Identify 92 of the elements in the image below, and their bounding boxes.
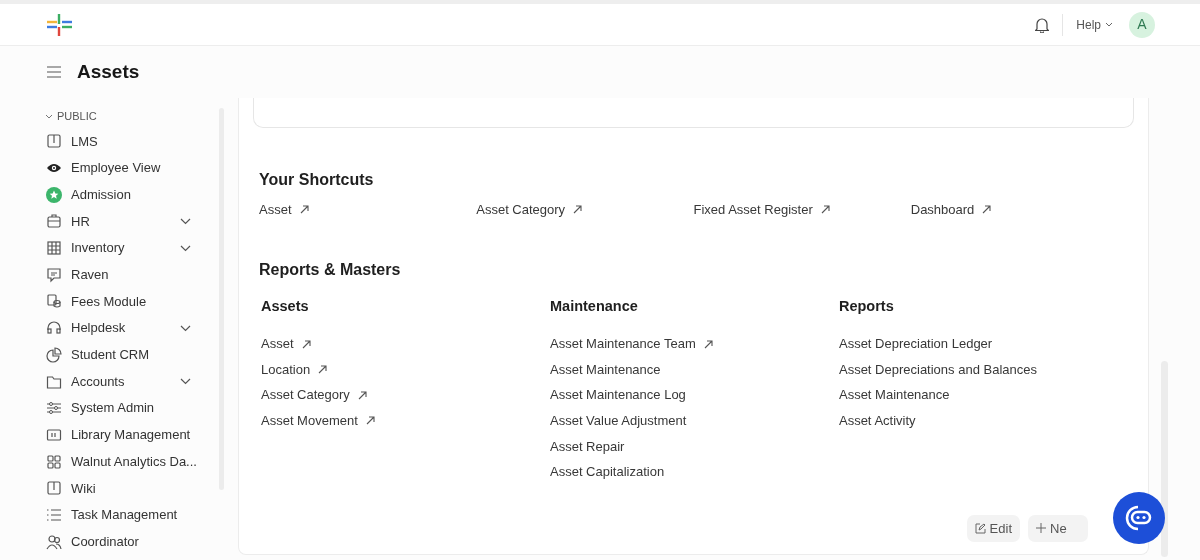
new-button[interactable]: Ne (1028, 514, 1088, 542)
sidebar-item[interactable]: Helpdesk (45, 314, 217, 342)
arrow-up-right-icon (299, 205, 309, 215)
chevron-down-icon[interactable] (180, 244, 191, 252)
sidebar-item[interactable]: HR (45, 208, 217, 235)
item-label: Admission (71, 185, 131, 204)
chevron-down-icon[interactable] (45, 113, 53, 119)
headset-icon (46, 320, 62, 337)
item-label: Task Management (71, 506, 178, 525)
sliders-icon (46, 400, 62, 417)
item-label: Helpdesk (71, 319, 126, 338)
bell-icon[interactable] (1035, 16, 1050, 33)
item-label: LMS (71, 132, 98, 151)
sidebar-item[interactable]: Student CRM (45, 341, 217, 369)
sidebar-item[interactable]: Raven (45, 261, 217, 289)
arrow-up-right-icon (573, 205, 583, 215)
arrow-up-right-icon (820, 205, 830, 215)
library-icon (46, 426, 62, 443)
page-title: Assets (77, 60, 140, 84)
user-avatar[interactable]: A (1129, 11, 1155, 38)
edit-button[interactable]: Edit (966, 514, 1020, 542)
chevron-down-icon[interactable] (180, 378, 191, 386)
sidebar-item[interactable]: Admission (45, 181, 217, 209)
item-label: Library Management (71, 426, 191, 445)
folder-icon (46, 373, 62, 390)
link[interactable]: Dashboard (910, 200, 975, 220)
link[interactable]: Asset Activity (838, 411, 916, 431)
link[interactable]: Asset (259, 200, 292, 220)
link[interactable]: Asset Category (476, 200, 566, 220)
sidebar-item[interactable]: Wiki (45, 474, 217, 502)
list-icon (46, 506, 62, 523)
link[interactable]: Asset Depreciation Ledger (838, 334, 993, 354)
users-icon (46, 533, 62, 550)
sidebar-item[interactable]: Fees Module (45, 288, 217, 315)
sidebar-item[interactable]: Inventory (45, 234, 217, 262)
link[interactable]: Asset Maintenance Log (550, 385, 686, 405)
sidebar-item[interactable]: System Admin (45, 394, 217, 422)
database-icon (46, 293, 62, 310)
message-icon (46, 266, 62, 283)
book-icon (46, 480, 62, 497)
item-label: Fees Module (71, 292, 147, 311)
briefcase-icon (46, 213, 62, 230)
link[interactable]: Asset (261, 334, 294, 354)
link[interactable]: Asset Maintenance (838, 385, 950, 405)
section-label: PUBLIC (57, 108, 97, 124)
chevron-down-icon[interactable] (180, 217, 191, 225)
link[interactable]: Asset Capitalization (550, 462, 665, 482)
chevron-down-icon[interactable] (180, 324, 191, 332)
group-title: Maintenance (550, 296, 639, 316)
item-label: Coordinator (71, 532, 139, 551)
grid-icon (46, 453, 62, 470)
plus-icon (1036, 523, 1046, 534)
item-label: Accounts (71, 372, 125, 391)
item-label: Walnut Analytics Da... (71, 452, 197, 471)
group-title: Assets (261, 296, 310, 316)
link[interactable]: Asset Repair (550, 436, 625, 457)
book-icon (46, 133, 62, 150)
item-label: Inventory (71, 239, 125, 258)
sidebar-item[interactable]: LMS (45, 128, 217, 155)
chevron-down-icon (1105, 22, 1113, 27)
scrollbar-thumb[interactable] (1161, 361, 1168, 557)
sidebar-item[interactable]: Coordinator (45, 528, 217, 555)
sidebar-item[interactable]: Accounts (45, 368, 217, 395)
logo-icon[interactable] (47, 13, 72, 36)
sidebar-item[interactable]: Walnut Analytics Da... (45, 448, 217, 475)
sidebar-item[interactable]: Task Management (45, 501, 217, 529)
link[interactable]: Asset Movement (261, 411, 358, 431)
item-label: Raven (71, 266, 109, 285)
help-menu[interactable]: Help (1076, 15, 1113, 34)
section-title: Your Shortcuts (259, 170, 375, 190)
bot-icon (1124, 504, 1154, 532)
link[interactable]: Asset Maintenance Team (550, 334, 696, 354)
item-label: Employee View (71, 159, 161, 178)
arrow-up-right-icon (982, 205, 992, 215)
link[interactable]: Asset Maintenance (550, 359, 661, 380)
link[interactable]: Asset Category (261, 385, 350, 405)
link[interactable]: Asset Value Adjustment (550, 411, 687, 431)
item-label: HR (71, 212, 90, 231)
item-label: System Admin (71, 399, 155, 418)
item-label: Wiki (71, 479, 96, 498)
sidebar-item[interactable]: Library Management (45, 421, 217, 449)
section-title: Reports & Masters (259, 259, 402, 280)
table-icon (46, 240, 62, 257)
chat-bot-button[interactable] (1113, 492, 1165, 544)
link[interactable]: Asset Depreciations and Balances (838, 359, 1037, 380)
item-label: Student CRM (71, 346, 150, 365)
group-title: Reports (838, 296, 895, 316)
edit-icon (974, 522, 986, 534)
link[interactable]: Fixed Asset Register (693, 200, 813, 220)
sidebar-item[interactable]: Employee View (45, 154, 217, 182)
pie-chart-icon (46, 346, 62, 363)
link[interactable]: Location (261, 359, 311, 380)
